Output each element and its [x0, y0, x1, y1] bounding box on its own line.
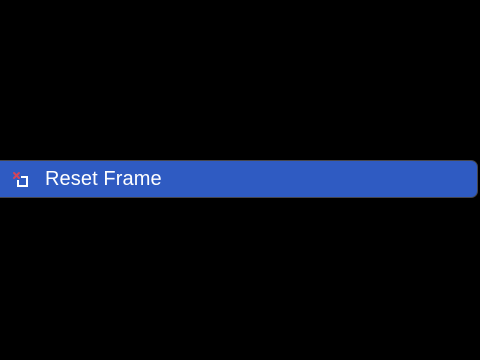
context-menu: Reset Frame — [0, 0, 480, 360]
menu-item-label: Reset Frame — [45, 168, 162, 190]
reset-frame-icon — [11, 169, 31, 189]
reset-frame-menu-item[interactable]: Reset Frame — [0, 160, 478, 198]
